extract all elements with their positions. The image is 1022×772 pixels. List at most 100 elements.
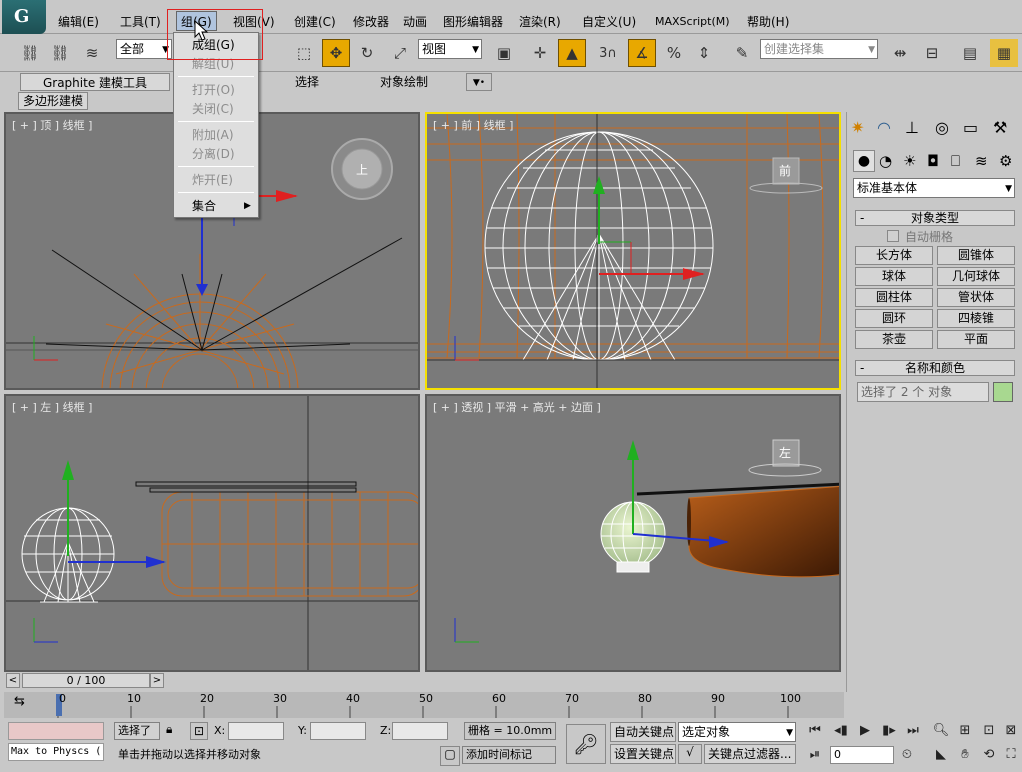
go-to-start-icon[interactable]: ⏮ bbox=[806, 722, 824, 740]
menu-animation[interactable]: 动画 bbox=[399, 12, 431, 32]
zoom-icon[interactable]: 🔍︎ bbox=[932, 722, 950, 740]
mirror-icon[interactable]: ⇹ bbox=[886, 39, 914, 67]
key-mode-dropdown[interactable]: 选定对象 bbox=[678, 722, 796, 742]
y-coord-input[interactable] bbox=[310, 722, 366, 740]
menu-maxscript[interactable]: MAXScript(M) bbox=[651, 12, 734, 32]
torus-button[interactable]: 圆环 bbox=[855, 309, 933, 328]
zoom-extents-icon[interactable]: ⊡ bbox=[980, 722, 998, 740]
space-warps-icon[interactable]: ≋ bbox=[975, 152, 988, 170]
object-name-field[interactable]: 选择了 2 个 对象 bbox=[857, 382, 989, 402]
bind-spacewarp-icon[interactable]: ≋ bbox=[78, 39, 106, 67]
default-in-out-tangent-icon[interactable]: √ bbox=[678, 744, 702, 764]
menu-item-ungroup[interactable]: 解组(U) bbox=[174, 54, 258, 74]
utilities-tab-icon[interactable]: ⚒ bbox=[993, 118, 1015, 140]
tab-selection[interactable]: 选择 bbox=[290, 73, 324, 91]
menu-item-close[interactable]: 关闭(C) bbox=[174, 99, 258, 119]
time-slider-prev-icon[interactable]: < bbox=[6, 673, 20, 688]
viewcube-top-label[interactable]: 上 bbox=[356, 161, 368, 178]
modify-tab-icon[interactable]: ◠ bbox=[877, 118, 899, 140]
zoom-extents-all-icon[interactable]: ⊠ bbox=[1002, 722, 1020, 740]
zoom-all-icon[interactable]: ⊞ bbox=[956, 722, 974, 740]
set-key-button[interactable]: 设置关键点 bbox=[610, 744, 676, 764]
viewport-top-label[interactable]: [ + ] 顶 ] 线框 ] bbox=[12, 117, 92, 133]
time-slider[interactable]: < 0 / 100 > bbox=[4, 672, 844, 690]
angle-snap-icon[interactable]: ∡ bbox=[628, 39, 656, 67]
track-bar[interactable]: ⇆ 0 10 20 30 40 50 60 70 80 90 100 bbox=[4, 692, 844, 718]
systems-icon[interactable]: ⚙︎ bbox=[999, 152, 1012, 170]
ribbon-options-dropdown[interactable]: ▼• bbox=[466, 73, 492, 91]
tab-object-paint[interactable]: 对象绘制 bbox=[364, 73, 444, 91]
time-configuration-icon[interactable]: ⏲ bbox=[898, 746, 916, 764]
viewcube-perspective-label[interactable]: 左 bbox=[779, 444, 791, 461]
auto-grid-checkbox[interactable] bbox=[887, 230, 899, 242]
select-move-icon[interactable]: ✥ bbox=[322, 39, 350, 67]
time-tag-icon[interactable]: ▢ bbox=[440, 746, 460, 766]
maxscript-mini-listener-pink[interactable] bbox=[8, 722, 104, 740]
pyramid-button[interactable]: 四棱锥 bbox=[937, 309, 1015, 328]
menu-item-open[interactable]: 打开(O) bbox=[174, 80, 258, 100]
next-frame-icon[interactable]: ▮▸ bbox=[880, 722, 898, 740]
menu-create[interactable]: 创建(C) bbox=[290, 12, 340, 32]
menu-rendering[interactable]: 渲染(R) bbox=[515, 12, 565, 32]
menu-edit[interactable]: 编辑(E) bbox=[54, 12, 103, 32]
percent-snap-icon[interactable]: % bbox=[660, 39, 688, 67]
create-tab-icon[interactable]: ✷ bbox=[851, 118, 873, 140]
auto-key-button[interactable]: 自动关键点 bbox=[610, 722, 676, 742]
maxscript-mini-listener[interactable]: Max to Physcs ( bbox=[8, 743, 104, 761]
selection-filter-dropdown[interactable]: 全部 bbox=[116, 39, 172, 59]
key-mode-toggle-icon[interactable]: ⏯ bbox=[806, 746, 824, 764]
keyboard-shortcut-override-icon[interactable]: ▲ bbox=[558, 39, 586, 67]
reference-coord-dropdown[interactable]: 视图 bbox=[418, 39, 482, 59]
geometry-icon[interactable]: ● bbox=[853, 150, 875, 172]
snap-toggle-icon[interactable]: 3 ∩ bbox=[594, 39, 622, 67]
manipulate-icon[interactable]: ✛ bbox=[526, 39, 554, 67]
previous-frame-icon[interactable]: ◂▮ bbox=[832, 722, 850, 740]
key-filters-button[interactable]: 关键点过滤器... bbox=[704, 744, 796, 764]
viewport-perspective-label[interactable]: [ + ] 透视 ] 平滑 + 高光 + 边面 ] bbox=[433, 399, 601, 415]
cameras-icon[interactable]: ◘ bbox=[927, 152, 939, 170]
tab-graphite-modeling[interactable]: Graphite 建模工具 bbox=[20, 73, 170, 91]
name-color-rollout[interactable]: - 名称和颜色 bbox=[855, 360, 1015, 376]
layer-manager-icon[interactable]: ▤ bbox=[956, 39, 984, 67]
polygon-modeling-panel[interactable]: 多边形建模 bbox=[18, 92, 89, 110]
viewport-left-label[interactable]: [ + ] 左 ] 线框 ] bbox=[12, 399, 92, 415]
select-rotate-icon[interactable]: ↻ bbox=[353, 39, 381, 67]
add-time-tag-button[interactable]: 添加时间标记 bbox=[462, 746, 556, 764]
hierarchy-tab-icon[interactable]: ⊥ bbox=[905, 118, 927, 140]
menu-modifiers[interactable]: 修改器 bbox=[349, 12, 393, 32]
graphite-toggle-icon[interactable]: ▦ bbox=[990, 39, 1018, 67]
lights-icon[interactable]: ☀︎ bbox=[903, 152, 916, 170]
geosphere-button[interactable]: 几何球体 bbox=[937, 267, 1015, 286]
viewcube-front-label[interactable]: 前 bbox=[779, 162, 791, 179]
named-selection-dropdown[interactable]: 创建选择集 bbox=[760, 39, 878, 59]
select-link-icon[interactable]: ⛓ bbox=[16, 39, 44, 67]
plane-button[interactable]: 平面 bbox=[937, 330, 1015, 349]
current-frame-input[interactable]: 0 bbox=[830, 746, 894, 764]
play-icon[interactable]: ▶ bbox=[856, 722, 874, 740]
window-crossing-icon[interactable]: ⬚ bbox=[290, 39, 318, 67]
x-coord-input[interactable] bbox=[228, 722, 284, 740]
menu-tools[interactable]: 工具(T) bbox=[116, 12, 165, 32]
menu-help[interactable]: 帮助(H) bbox=[743, 12, 793, 32]
menu-customize[interactable]: 自定义(U) bbox=[578, 12, 640, 32]
object-type-rollout[interactable]: - 对象类型 bbox=[855, 210, 1015, 226]
field-of-view-icon[interactable]: ◣ bbox=[932, 746, 950, 764]
time-slider-thumb[interactable]: 0 / 100 bbox=[22, 673, 150, 688]
menu-views[interactable]: 视图(V) bbox=[229, 12, 279, 32]
curve-editor-icon[interactable]: ⇆ bbox=[14, 694, 44, 712]
menu-item-assembly[interactable]: 集合 ▶ bbox=[174, 196, 258, 216]
menu-item-explode[interactable]: 炸开(E) bbox=[174, 170, 258, 190]
tube-button[interactable]: 管状体 bbox=[937, 288, 1015, 307]
go-to-end-icon[interactable]: ⏭ bbox=[904, 722, 922, 740]
z-coord-input[interactable] bbox=[392, 722, 448, 740]
viewport-left[interactable]: [ + ] 左 ] 线框 ] bbox=[4, 394, 420, 672]
viewport-front[interactable]: [ + ] 前 ] 线框 ] 前 bbox=[425, 112, 841, 390]
viewport-front-label[interactable]: [ + ] 前 ] 线框 ] bbox=[433, 117, 513, 133]
sphere-button[interactable]: 球体 bbox=[855, 267, 933, 286]
teapot-button[interactable]: 茶壶 bbox=[855, 330, 933, 349]
lock-selection-icon[interactable]: 🔒︎ bbox=[166, 722, 182, 740]
display-tab-icon[interactable]: ▭ bbox=[963, 118, 985, 140]
app-logo-button[interactable]: G bbox=[2, 0, 46, 34]
menu-item-detach[interactable]: 分离(D) bbox=[174, 144, 258, 164]
set-key-icon[interactable]: 🔑︎ bbox=[566, 724, 606, 764]
